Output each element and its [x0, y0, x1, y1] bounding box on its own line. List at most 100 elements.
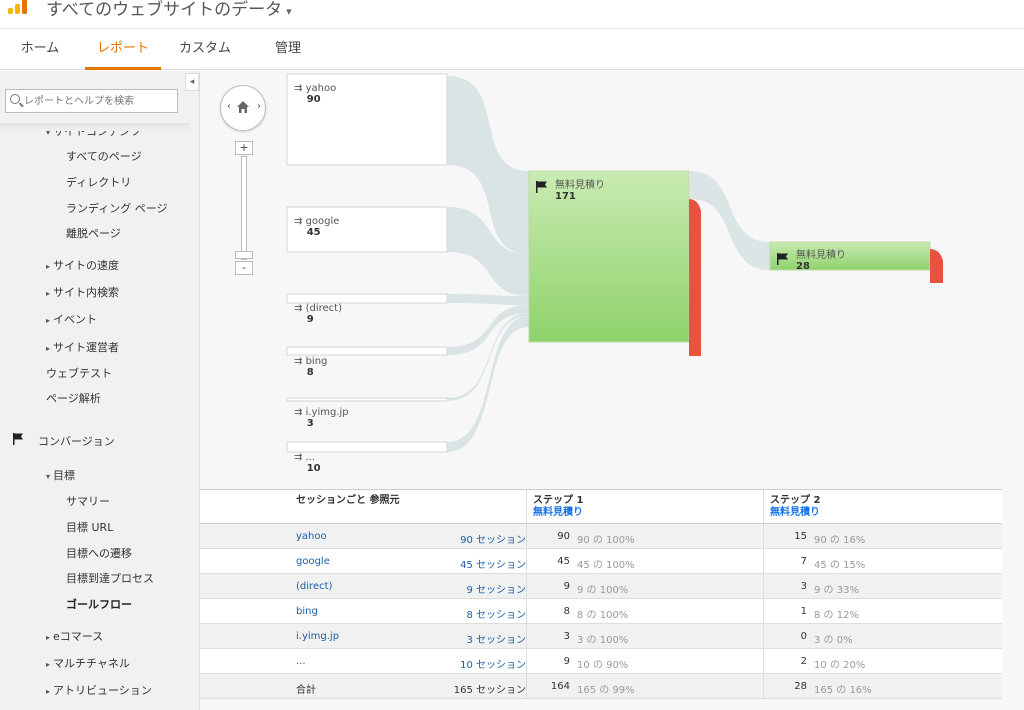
- step1-label[interactable]: 無料見積り 171: [555, 180, 605, 202]
- tab-custom[interactable]: カスタム: [175, 29, 235, 70]
- source-label-bing[interactable]: ⇉ bing 8: [294, 356, 327, 378]
- sidebar-item-conversions[interactable]: コンバージョン: [38, 433, 115, 449]
- row-source-link[interactable]: i.yimg.jp: [296, 631, 339, 642]
- total-step1-percent: 165 の 99%: [577, 685, 635, 696]
- source-node-iyimg: [286, 397, 448, 402]
- sidebar-item-overview[interactable]: サマリー: [66, 493, 110, 509]
- flow-link-other: [447, 316, 529, 452]
- sidebar-item-experiments[interactable]: ウェブテスト: [46, 365, 112, 381]
- zoom-in-button[interactable]: +: [235, 141, 253, 155]
- total-step2-percent: 165 の 16%: [814, 685, 872, 696]
- arrow-icon: ⇉: [294, 452, 303, 463]
- sidebar-item-directory[interactable]: ディレクトリ: [66, 174, 131, 190]
- row-sessions-link[interactable]: 10 セッション: [460, 656, 526, 671]
- sidebar-item-attribution[interactable]: ▸ アトリビューション: [46, 682, 152, 698]
- arrow-icon: ⇉: [294, 303, 303, 314]
- row-step2-count: 3: [800, 581, 807, 592]
- table-row: bing 8 セッション 8 8 の 100% 1 8 の 12%: [200, 599, 1002, 624]
- row-step1-count: 45: [557, 556, 570, 567]
- step1-dropoff: [689, 199, 701, 356]
- property-selector[interactable]: すべてのウェブサイトのデータ ▾: [46, 0, 292, 22]
- triangle-right-icon: ▸: [46, 687, 51, 696]
- analytics-logo-icon[interactable]: [8, 0, 30, 14]
- sidebar-item-multi-channel[interactable]: ▸ マルチチャネル: [46, 655, 130, 671]
- sidebar-item-reverse-goal-path[interactable]: 目標への遷移: [66, 545, 132, 561]
- collapse-sidebar-button[interactable]: ◂: [185, 73, 199, 91]
- total-sessions: 165 セッション: [453, 685, 526, 696]
- total-step2-count: 28: [794, 681, 807, 692]
- table-row: (direct) 9 セッション 9 9 の 100% 3 9 の 33%: [200, 574, 1002, 599]
- source-node-direct: [286, 293, 448, 304]
- main-nav: ホーム レポート カスタム 管理: [0, 28, 1024, 70]
- row-step1-percent: 45 の 100%: [577, 560, 635, 571]
- row-step1-percent: 3 の 100%: [577, 635, 629, 646]
- table-row-total: 合計 165 セッション 164 165 の 99% 28 165 の 16%: [200, 674, 1002, 699]
- triangle-right-icon: ▸: [46, 262, 51, 271]
- sidebar-item-site-speed[interactable]: ▸ サイトの速度: [46, 257, 119, 273]
- sidebar-item-exit-pages[interactable]: 離脱ページ: [66, 225, 121, 241]
- row-source-link[interactable]: (direct): [296, 581, 332, 592]
- flow-link-step1-step2: [690, 171, 770, 270]
- row-sessions-link[interactable]: 90 セッション: [460, 531, 526, 546]
- total-label: 合計: [296, 685, 316, 696]
- chevron-right-icon[interactable]: ›: [257, 101, 261, 112]
- sidebar-item-goal-urls[interactable]: 目標 URL: [66, 519, 113, 535]
- source-label-google[interactable]: ⇉ google 45: [294, 216, 339, 238]
- column-header-step2[interactable]: ステップ 2 無料見積り: [770, 495, 820, 519]
- search-input[interactable]: [24, 93, 174, 109]
- sidebar-item-goals[interactable]: ▾ 目標: [46, 467, 75, 483]
- row-sessions-link[interactable]: 9 セッション: [466, 581, 526, 596]
- row-step2-percent: 10 の 20%: [814, 660, 866, 671]
- row-source-link[interactable]: bing: [296, 606, 318, 617]
- triangle-right-icon: ▸: [46, 660, 51, 669]
- row-step1-percent: 90 の 100%: [577, 535, 635, 546]
- row-step2-count: 15: [794, 531, 807, 542]
- pan-control[interactable]: ‹ ›: [220, 85, 266, 131]
- source-label-iyimg[interactable]: ⇉ i.yimg.jp 3: [294, 407, 349, 429]
- sidebar-item-all-pages[interactable]: すべてのページ: [66, 148, 142, 164]
- search-box[interactable]: [5, 89, 178, 113]
- step1-node: [528, 170, 690, 343]
- source-node-bing: [286, 346, 448, 356]
- triangle-right-icon: ▸: [46, 316, 51, 325]
- row-sessions-link[interactable]: 8 セッション: [466, 606, 526, 621]
- column-header-step1[interactable]: ステップ 1 無料見積り: [533, 495, 583, 519]
- goal-flow-table: セッションごと 参照元 ステップ 1 無料見積り ステップ 2 無料見積り yaho…: [200, 489, 1002, 699]
- sidebar-item-in-page-analytics[interactable]: ページ解析: [46, 390, 101, 406]
- tab-admin[interactable]: 管理: [262, 29, 314, 70]
- source-label-other[interactable]: ⇉ ... 10: [294, 452, 321, 474]
- row-step2-count: 1: [800, 606, 807, 617]
- column-header-source[interactable]: セッションごと 参照元: [296, 495, 399, 507]
- row-sessions-link[interactable]: 45 セッション: [460, 556, 526, 571]
- triangle-down-icon: ▾: [46, 472, 51, 481]
- sidebar-item-landing-pages[interactable]: ランディング ページ: [66, 200, 168, 216]
- row-step1-percent: 9 の 100%: [577, 585, 629, 596]
- row-source-link[interactable]: ...: [296, 656, 306, 667]
- row-source-link[interactable]: yahoo: [296, 531, 327, 542]
- main-content: ⇉ yahoo 90 ⇉ google 45 ⇉ (direct) 9 ⇉ bi…: [200, 71, 1024, 710]
- home-icon[interactable]: [236, 100, 250, 114]
- sidebar-item-site-search[interactable]: ▸ サイト内検索: [46, 284, 119, 300]
- arrow-icon: ⇉: [294, 356, 303, 367]
- zoom-slider-track[interactable]: [241, 156, 247, 260]
- row-sessions-link[interactable]: 3 セッション: [466, 631, 526, 646]
- zoom-out-button[interactable]: -: [235, 261, 253, 275]
- zoom-slider-handle[interactable]: [235, 251, 253, 259]
- source-label-direct[interactable]: ⇉ (direct) 9: [294, 303, 342, 325]
- sidebar-item-events[interactable]: ▸ イベント: [46, 311, 97, 327]
- step2-label[interactable]: 無料見積り 28: [796, 250, 846, 272]
- sidebar-item-funnel-visualization[interactable]: 目標到達プロセス: [66, 570, 154, 586]
- sidebar-item-goal-flow[interactable]: ゴールフロー: [66, 596, 132, 612]
- tab-reports[interactable]: レポート: [85, 29, 161, 70]
- row-source-link[interactable]: google: [296, 556, 330, 567]
- triangle-right-icon: ▸: [46, 344, 51, 353]
- search-icon: [10, 94, 20, 104]
- source-label-yahoo[interactable]: ⇉ yahoo 90: [294, 83, 336, 105]
- caret-down-icon: ▾: [286, 5, 292, 18]
- table-row: google 45 セッション 45 45 の 100% 7 45 の 15%: [200, 549, 1002, 574]
- chevron-left-icon[interactable]: ‹: [227, 101, 231, 112]
- flag-icon: [13, 433, 23, 445]
- tab-home[interactable]: ホーム: [10, 29, 70, 70]
- sidebar-item-publisher[interactable]: ▸ サイト運営者: [46, 339, 119, 355]
- sidebar-item-ecommerce[interactable]: ▸ eコマース: [46, 628, 103, 644]
